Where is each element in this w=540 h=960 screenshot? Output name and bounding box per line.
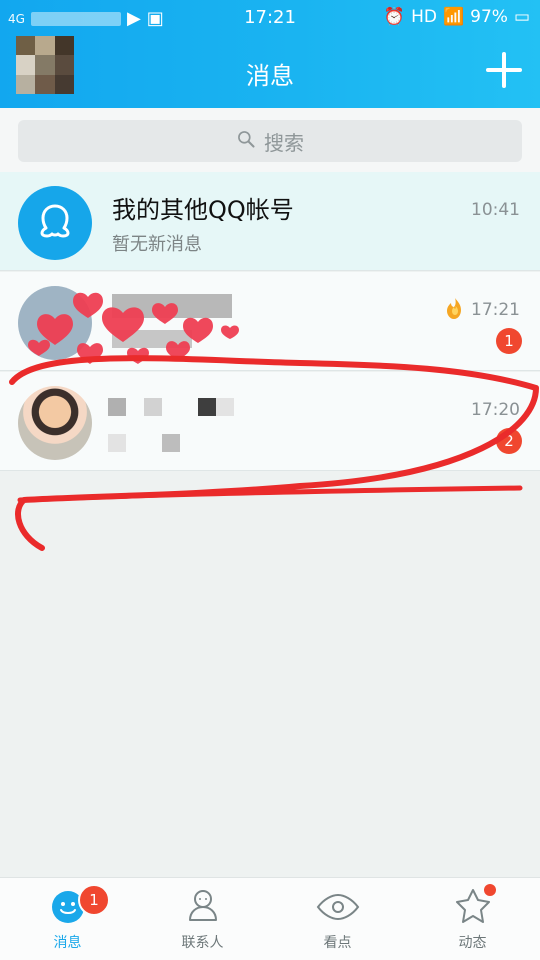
blurred-name xyxy=(112,294,232,318)
unread-badge: 2 xyxy=(496,428,522,454)
wifi-icon: 📶 xyxy=(442,7,465,27)
blurred-name xyxy=(144,398,162,416)
search-section: 搜索 xyxy=(0,108,540,172)
tab-label: 消息 xyxy=(53,935,82,951)
plus-icon[interactable] xyxy=(486,52,522,88)
tab-label: 看点 xyxy=(323,935,352,951)
hd-label: HD xyxy=(411,7,437,27)
list-item[interactable]: 17:20 2 xyxy=(0,372,540,471)
status-bar: 4G ▶ ▣ 17:21 ⏰ HD 📶 97% ▭ xyxy=(0,0,540,36)
tab-messages[interactable]: 消息 1 xyxy=(0,878,135,960)
page-title: 消息 xyxy=(246,62,294,90)
tab-badge: 1 xyxy=(78,884,110,916)
tab-label: 联系人 xyxy=(181,935,224,951)
avatar xyxy=(18,286,92,360)
battery-text: 97% xyxy=(470,7,508,27)
blurred-message xyxy=(162,434,180,452)
blurred-name xyxy=(198,398,216,416)
avatar xyxy=(18,386,92,460)
search-input[interactable]: 搜索 xyxy=(18,120,522,162)
item-time: 10:41 xyxy=(471,200,520,220)
tab-dot xyxy=(484,884,496,896)
blurred-message xyxy=(112,330,192,348)
header-bar: 4G ▶ ▣ 17:21 ⏰ HD 📶 97% ▭ 消息 xyxy=(0,0,540,108)
tab-moments[interactable]: 动态 xyxy=(405,878,540,960)
item-title: 我的其他QQ帐号 xyxy=(112,196,294,224)
list-item[interactable]: 17:21 1 xyxy=(0,272,540,371)
blurred-message xyxy=(108,434,126,452)
flame-icon xyxy=(447,298,461,319)
contacts-icon xyxy=(179,886,227,928)
item-time: 17:20 xyxy=(471,400,520,420)
tab-look[interactable]: 看点 xyxy=(270,878,405,960)
search-icon xyxy=(236,129,256,154)
tab-label: 动态 xyxy=(458,935,487,951)
qq-penguin-icon xyxy=(18,186,92,260)
search-placeholder: 搜索 xyxy=(264,130,304,155)
bottom-navigation: 消息 1 联系人 看点 动态 xyxy=(0,877,540,960)
eye-icon xyxy=(314,886,362,928)
list-item[interactable]: 我的其他QQ帐号 暂无新消息 10:41 xyxy=(0,172,540,271)
alarm-icon: ⏰ xyxy=(383,7,406,27)
item-subtitle: 暂无新消息 xyxy=(112,234,202,255)
blurred-name xyxy=(108,398,126,416)
status-right: ⏰ HD 📶 97% ▭ xyxy=(384,7,530,27)
unread-badge: 1 xyxy=(496,328,522,354)
tab-contacts[interactable]: 联系人 xyxy=(135,878,270,960)
blurred-name xyxy=(216,398,234,416)
item-time: 17:21 xyxy=(471,300,520,320)
battery-icon: ▭ xyxy=(513,7,530,27)
